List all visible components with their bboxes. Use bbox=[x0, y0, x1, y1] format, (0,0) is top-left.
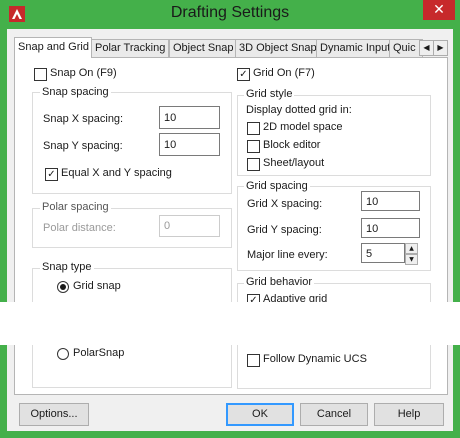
window-title: Drafting Settings bbox=[170, 4, 290, 21]
major-line-spinner[interactable]: ▲ ▼ bbox=[405, 243, 418, 265]
spin-up-icon[interactable]: ▲ bbox=[405, 243, 418, 254]
polar-distance-label: Polar distance: bbox=[43, 222, 116, 234]
polar-spacing-title: Polar spacing bbox=[40, 201, 111, 213]
grid-snap-radio[interactable] bbox=[57, 281, 69, 293]
major-line-label: Major line every: bbox=[247, 249, 328, 261]
grid-behavior-title: Grid behavior bbox=[244, 276, 315, 288]
title-bar[interactable]: Drafting Settings ✕ bbox=[0, 0, 460, 29]
snap-x-input[interactable]: 10 bbox=[159, 106, 220, 129]
snap-y-input[interactable]: 10 bbox=[159, 133, 220, 156]
grid-on-checkbox[interactable]: ✓ bbox=[237, 68, 250, 81]
ok-button[interactable]: OK bbox=[226, 403, 294, 426]
cancel-button[interactable]: Cancel bbox=[300, 403, 368, 426]
grid-spacing-title: Grid spacing bbox=[244, 180, 310, 192]
follow-ucs-label: Follow Dynamic UCS bbox=[263, 353, 367, 365]
tab-scroll-left-icon[interactable]: ◀ bbox=[419, 40, 434, 56]
grid-y-label: Grid Y spacing: bbox=[247, 224, 322, 236]
tab-3d-object-snap[interactable]: 3D Object Snap bbox=[235, 39, 320, 57]
polarsnap-radio[interactable] bbox=[57, 348, 69, 360]
options-button[interactable]: Options... bbox=[19, 403, 89, 426]
snap-on-label: Snap On (F9) bbox=[50, 67, 117, 79]
grid-snap-label: Grid snap bbox=[73, 280, 121, 292]
block-editor-checkbox[interactable] bbox=[247, 140, 260, 153]
tab-object-snap[interactable]: Object Snap bbox=[169, 39, 239, 57]
polarsnap-label: PolarSnap bbox=[73, 347, 125, 359]
tab-snap-and-grid[interactable]: Snap and Grid bbox=[14, 37, 92, 58]
model-space-label: 2D model space bbox=[263, 121, 343, 133]
occluded-region bbox=[0, 302, 460, 345]
sheet-layout-label: Sheet/layout bbox=[263, 157, 325, 169]
help-button[interactable]: Help bbox=[374, 403, 444, 426]
snap-type-title: Snap type bbox=[40, 261, 94, 273]
major-line-input[interactable]: 5 bbox=[361, 243, 405, 263]
grid-on-label: Grid On (F7) bbox=[253, 67, 315, 79]
snap-y-label: Snap Y spacing: bbox=[43, 140, 123, 152]
sheet-layout-checkbox[interactable] bbox=[247, 158, 260, 171]
snap-on-checkbox[interactable] bbox=[34, 68, 47, 81]
tab-polar-tracking[interactable]: Polar Tracking bbox=[91, 39, 169, 57]
dotted-grid-label: Display dotted grid in: bbox=[246, 104, 352, 116]
grid-style-title: Grid style bbox=[244, 88, 295, 100]
snap-spacing-title: Snap spacing bbox=[40, 86, 111, 98]
grid-y-input[interactable]: 10 bbox=[361, 218, 420, 238]
block-editor-label: Block editor bbox=[263, 139, 321, 151]
snap-x-label: Snap X spacing: bbox=[43, 113, 124, 125]
grid-x-input[interactable]: 10 bbox=[361, 191, 420, 211]
equal-xy-label: Equal X and Y spacing bbox=[61, 167, 172, 179]
dialog-window: Drafting Settings ✕ Snap and Grid Polar … bbox=[0, 0, 460, 438]
polar-distance-input[interactable]: 0 bbox=[159, 215, 220, 237]
tab-quick-properties[interactable]: Quic bbox=[389, 39, 423, 57]
model-space-checkbox[interactable] bbox=[247, 122, 260, 135]
follow-ucs-checkbox[interactable] bbox=[247, 354, 260, 367]
spin-down-icon[interactable]: ▼ bbox=[405, 254, 418, 265]
tab-dynamic-input[interactable]: Dynamic Input bbox=[316, 39, 395, 57]
tab-strip: Snap and Grid Polar Tracking Object Snap… bbox=[14, 37, 448, 58]
grid-x-label: Grid X spacing: bbox=[247, 198, 323, 210]
tab-scroll-right-icon[interactable]: ▶ bbox=[433, 40, 448, 56]
equal-xy-checkbox[interactable]: ✓ bbox=[45, 168, 58, 181]
close-icon[interactable]: ✕ bbox=[423, 0, 455, 20]
